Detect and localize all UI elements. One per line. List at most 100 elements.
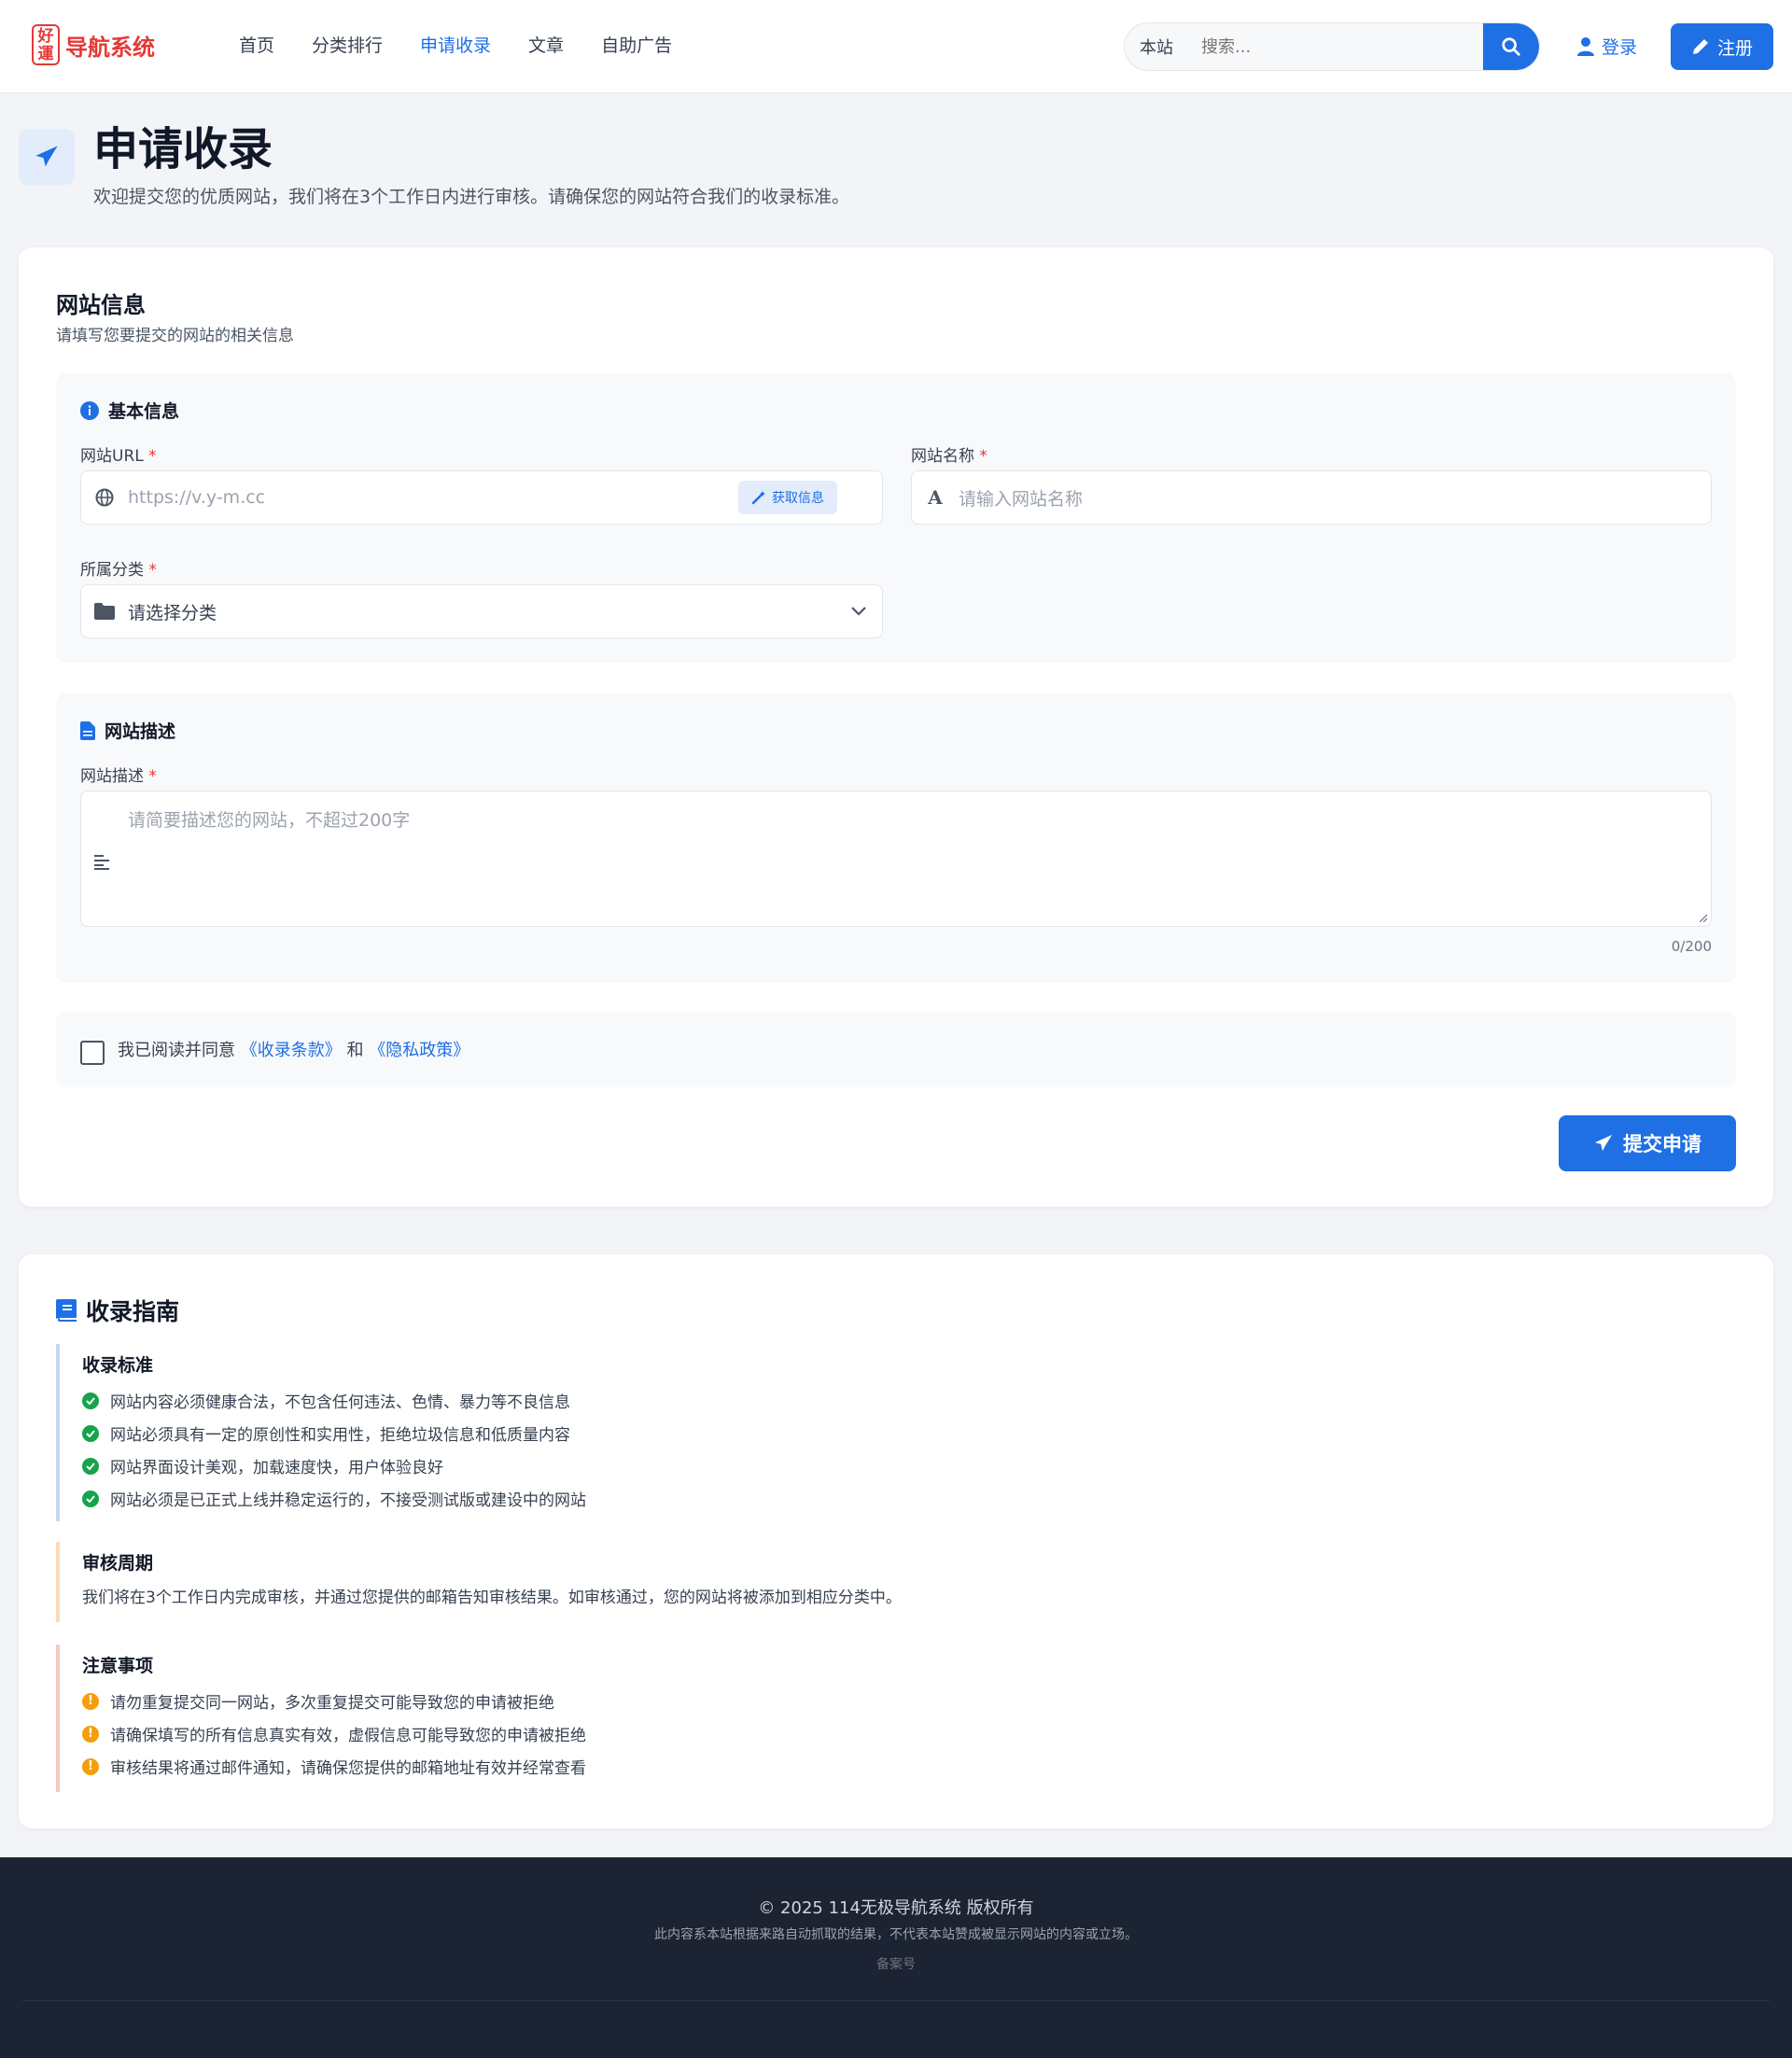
description-placeholder: 请简要描述您的网站，不超过200字 (128, 810, 411, 831)
align-left-icon (94, 855, 109, 870)
required-mark: * (148, 447, 157, 466)
description-heading-text: 网站描述 (105, 721, 176, 742)
category-label-text: 所属分类 (80, 561, 144, 580)
description-label-text: 网站描述 (80, 767, 144, 786)
register-button[interactable]: 注册 (1671, 23, 1773, 70)
agree-checkbox[interactable] (80, 1041, 105, 1065)
nav-category-rank[interactable]: 分类排行 (312, 32, 383, 57)
review-cycle-title: 审核周期 (82, 1553, 154, 1574)
standards-block: 收录标准 网站内容必须健康合法，不包含任何违法、色情、暴力等不良信息 网站必须具… (56, 1344, 1736, 1521)
list-item: ! 请勿重复提交同一网站，多次重复提交可能导致您的申请被拒绝 (82, 1685, 1736, 1717)
basic-info-heading-text: 基本信息 (108, 401, 180, 422)
list-item: 网站内容必须健康合法，不包含任何违法、色情、暴力等不良信息 (82, 1384, 1736, 1417)
site-name-placeholder: 请输入网站名称 (959, 488, 1084, 510)
globe-icon (95, 488, 114, 507)
exclamation-circle-icon: ! (82, 1725, 99, 1743)
list-item: 网站必须具有一定的原创性和实用性，拒绝垃圾信息和低质量内容 (82, 1417, 1736, 1449)
file-text-icon (80, 721, 95, 740)
top-header: 好運 导航系统 首页 分类排行 申请收录 文章 自助广告 本站 登录 注册 (0, 0, 1792, 93)
standard-text: 网站内容必须健康合法，不包含任何违法、色情、暴力等不良信息 (110, 1393, 570, 1412)
register-label: 注册 (1716, 37, 1753, 59)
font-icon: A (928, 486, 943, 509)
description-label: 网站描述 * (80, 763, 157, 786)
list-item: 网站必须是已正式上线并稳定运行的，不接受测试版或建设中的网站 (82, 1482, 1736, 1515)
url-label: 网站URL * (80, 442, 157, 466)
submit-label: 提交申请 (1623, 1133, 1701, 1155)
book-icon (56, 1299, 77, 1322)
nav-articles[interactable]: 文章 (528, 32, 564, 57)
name-label: 网站名称 * (911, 442, 987, 466)
agreement-panel: 我已阅读并同意 《收录条款》 和 《隐私政策》 (56, 1013, 1736, 1087)
pencil-icon (1692, 39, 1708, 54)
standard-text: 网站必须具有一定的原创性和实用性，拒绝垃圾信息和低质量内容 (110, 1426, 570, 1445)
main-nav: 首页 分类排行 申请收录 文章 自助广告 (239, 32, 672, 57)
site-name-input[interactable]: A 请输入网站名称 (911, 470, 1712, 525)
logo-badge: 好運 (32, 24, 60, 65)
description-textarea[interactable]: 请简要描述您的网站，不超过200字 (80, 791, 1712, 927)
chevron-down-icon (851, 607, 866, 616)
guide-card: 收录指南 收录标准 网站内容必须健康合法，不包含任何违法、色情、暴力等不良信息 … (19, 1254, 1773, 1828)
review-cycle-block: 审核周期 我们将在3个工作日内完成审核，并通过您提供的邮箱告知审核结果。如审核通… (56, 1542, 1736, 1622)
nav-self-ads[interactable]: 自助广告 (601, 32, 672, 57)
paper-plane-icon (35, 146, 58, 167)
search-bar: 本站 (1124, 22, 1540, 71)
notes-title: 注意事项 (82, 1656, 154, 1676)
list-item: ! 审核结果将通过邮件通知，请确保您提供的邮箱地址有效并经常查看 (82, 1750, 1736, 1783)
standards-title: 收录标准 (82, 1355, 154, 1376)
review-cycle-text: 我们将在3个工作日内完成审核，并通过您提供的邮箱告知审核结果。如审核通过，您的网… (82, 1589, 902, 1607)
note-text: 请确保填写的所有信息真实有效，虚假信息可能导致您的申请被拒绝 (110, 1727, 586, 1745)
website-info-card: 网站信息 请填写您要提交的网站的相关信息 基本信息 网站URL * https:… (19, 247, 1773, 1207)
terms-link[interactable]: 《收录条款》 (241, 1041, 342, 1060)
agreement-text: 我已阅读并同意 《收录条款》 和 《隐私政策》 (118, 1037, 469, 1061)
check-circle-icon (82, 1457, 99, 1475)
check-circle-icon (82, 1392, 99, 1409)
char-counter: 0/200 (1671, 938, 1712, 955)
agree-prefix: 我已阅读并同意 (118, 1041, 235, 1060)
notes-block: 注意事项 ! 请勿重复提交同一网站，多次重复提交可能导致您的申请被拒绝 ! 请确保填… (56, 1645, 1736, 1792)
footer-copyright: © 2025 114无极导航系统 版权所有 (758, 1898, 1034, 1918)
search-icon (1502, 37, 1520, 56)
search-scope-select[interactable]: 本站 (1125, 35, 1188, 59)
nav-home[interactable]: 首页 (239, 32, 274, 57)
privacy-link[interactable]: 《隐私政策》 (369, 1041, 469, 1060)
required-mark: * (979, 447, 987, 466)
name-label-text: 网站名称 (911, 447, 974, 466)
url-label-text: 网站URL (80, 447, 144, 466)
footer-icp-link[interactable]: 备案号 (0, 1954, 1792, 1973)
check-circle-icon (82, 1490, 99, 1507)
note-text: 请勿重复提交同一网站，多次重复提交可能导致您的申请被拒绝 (110, 1694, 554, 1713)
standard-text: 网站必须是已正式上线并稳定运行的，不接受测试版或建设中的网站 (110, 1491, 586, 1510)
url-placeholder: https://v.y-m.cc (128, 487, 266, 508)
footer-disclaimer: 此内容系本站根据来路自动抓取的结果，不代表本站赞成被显示网站的内容或立场。 (654, 1927, 1138, 1942)
category-select[interactable]: 请选择分类 (80, 584, 883, 638)
required-mark: * (148, 561, 157, 580)
submit-button[interactable]: 提交申请 (1559, 1115, 1736, 1171)
page-title: 申请收录 (93, 123, 273, 175)
fetch-info-button[interactable]: 获取信息 (738, 481, 837, 514)
search-input[interactable] (1188, 23, 1483, 70)
agree-and: 和 (346, 1041, 364, 1060)
login-label: 登录 (1602, 37, 1638, 58)
basic-info-panel: 基本信息 网站URL * https://v.y-m.cc 获取信息 网站名称 … (56, 373, 1736, 663)
page-subtitle: 欢迎提交您的优质网站，我们将在3个工作日内进行审核。请确保您的网站符合我们的收录… (93, 187, 850, 207)
nav-submit-site[interactable]: 申请收录 (420, 32, 491, 57)
list-item: ! 请确保填写的所有信息真实有效，虚假信息可能导致您的申请被拒绝 (82, 1717, 1736, 1750)
logo-text: 导航系统 (65, 34, 155, 61)
exclamation-circle-icon: ! (82, 1757, 99, 1775)
note-text: 审核结果将通过邮件通知，请确保您提供的邮箱地址有效并经常查看 (110, 1759, 586, 1778)
form-subtitle: 请填写您要提交的网站的相关信息 (56, 327, 294, 345)
site-logo[interactable]: 好運 导航系统 (32, 24, 155, 65)
footer-divider (22, 2000, 1770, 2001)
magic-wand-icon (751, 491, 765, 505)
search-button[interactable] (1483, 23, 1539, 70)
fetch-info-label: 获取信息 (772, 491, 824, 506)
description-panel: 网站描述 网站描述 * 请简要描述您的网站，不超过200字 0/200 (56, 693, 1736, 983)
guide-heading: 收录指南 (56, 1294, 179, 1327)
login-link[interactable]: 登录 (1577, 34, 1637, 59)
category-label: 所属分类 * (80, 556, 157, 580)
check-circle-icon (82, 1424, 99, 1442)
resize-handle-icon[interactable] (1698, 913, 1707, 922)
exclamation-circle-icon: ! (82, 1692, 99, 1710)
info-icon (80, 400, 99, 420)
url-input[interactable]: https://v.y-m.cc 获取信息 (80, 470, 883, 525)
